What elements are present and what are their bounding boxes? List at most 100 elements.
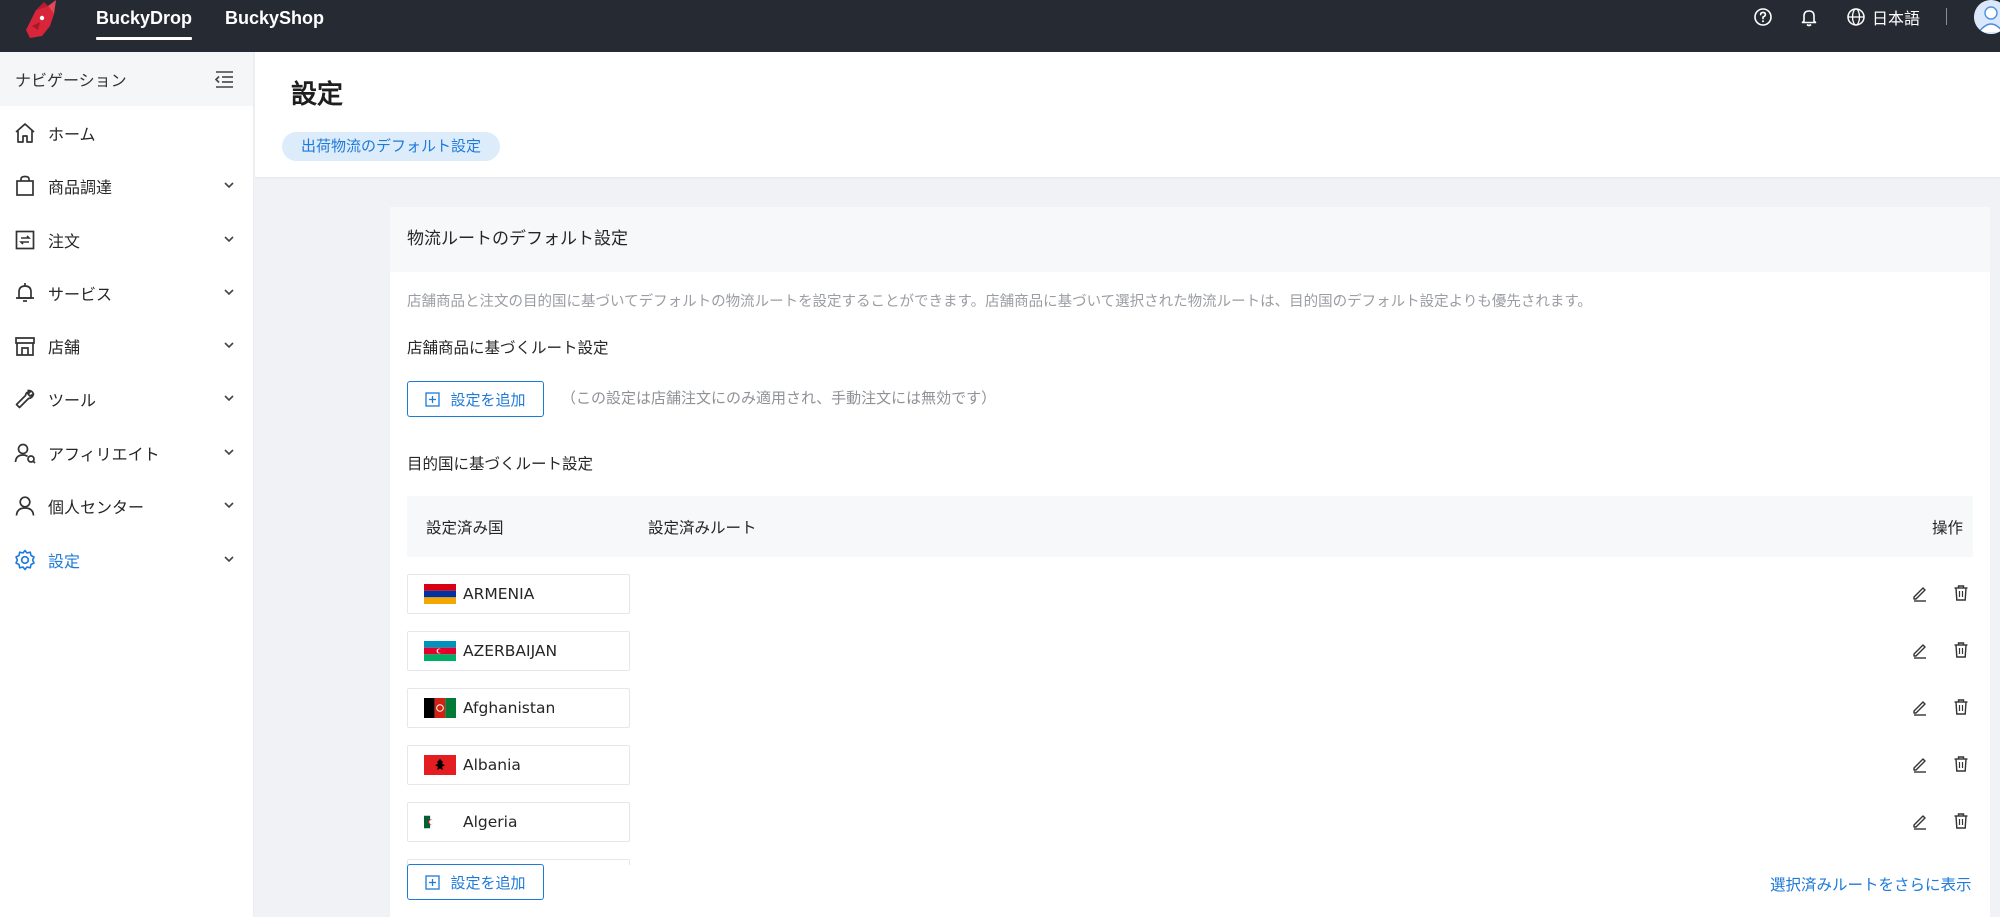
country-name: Albania: [463, 756, 521, 774]
top-divider: [1946, 8, 1947, 25]
column-header-country: 設定済み国: [426, 519, 504, 537]
product-route-section-title: 店舗商品に基づくルート設定: [407, 339, 609, 357]
table-row: Albania: [407, 745, 1973, 785]
azerbaijan-flag-icon: [424, 641, 456, 661]
sidebar-header: ナビゲーション: [0, 52, 253, 106]
tab-buckyshop[interactable]: BuckyShop: [225, 0, 324, 52]
edit-icon[interactable]: [1911, 584, 1929, 602]
algeria-flag-icon: [424, 815, 437, 829]
home-icon: [15, 122, 35, 143]
edit-icon[interactable]: [1911, 755, 1929, 773]
delete-icon[interactable]: [1952, 812, 1970, 830]
sidebar-item-stores[interactable]: 店舗: [0, 319, 254, 372]
language-label: 日本語: [1872, 9, 1921, 28]
chevron-down-icon: [224, 556, 234, 563]
albania-flag-icon: [424, 755, 456, 775]
country-cell: Albania: [407, 745, 630, 785]
bell-service-icon: [16, 282, 34, 302]
country-cell: Algeria: [407, 802, 630, 842]
add-button-label: 設定を追加: [450, 390, 526, 409]
order-icon: [15, 230, 35, 249]
chevron-down-icon: [224, 449, 234, 456]
edit-icon[interactable]: [1911, 812, 1929, 830]
wrench-icon: [15, 389, 35, 408]
afghanistan-flag-icon: [424, 698, 456, 718]
table-header: 設定済み国 設定済みルート 操作: [407, 496, 1973, 557]
add-product-setting-button[interactable]: 設定を追加: [407, 381, 544, 417]
card-title: 物流ルートのデフォルト設定: [390, 207, 1990, 272]
card-description: 店舗商品と注文の目的国に基づいてデフォルトの物流ルートを設定することができます。…: [407, 294, 1592, 310]
tab-buckydrop[interactable]: BuckyDrop: [96, 0, 193, 52]
sidebar-title: ナビゲーション: [15, 71, 127, 90]
armenia-flag-icon: [424, 584, 456, 604]
chevron-down-icon: [224, 182, 234, 189]
country-name: AZERBAIJAN: [463, 642, 558, 660]
sidebar-item-label: 商品調達: [48, 177, 113, 197]
user-icon: [15, 495, 35, 516]
page-title: 設定: [291, 80, 344, 110]
delete-icon[interactable]: [1952, 755, 1970, 773]
page-header: 設定 出荷物流のデフォルト設定: [255, 52, 2000, 177]
sidebar-item-sourcing[interactable]: 商品調達: [0, 159, 254, 212]
table-row: ARMENIA: [407, 574, 1973, 614]
bell-icon[interactable]: [1798, 6, 1820, 28]
sidebar-item-home[interactable]: ホーム: [0, 106, 254, 159]
sidebar-item-services[interactable]: サービス: [0, 266, 254, 319]
globe-icon: [1847, 8, 1865, 26]
sidebar-item-label: 注文: [48, 231, 81, 251]
edit-icon[interactable]: [1911, 641, 1929, 659]
sidebar-item-tools[interactable]: ツール: [0, 372, 254, 425]
sidebar-item-label: ホーム: [48, 124, 96, 144]
plus-square-icon: [425, 874, 441, 890]
column-header-actions: 操作: [1932, 519, 1964, 537]
chevron-down-icon: [224, 342, 234, 349]
add-button-label: 設定を追加: [450, 873, 526, 892]
chevron-down-icon: [224, 502, 234, 509]
store-icon: [15, 336, 35, 356]
sidebar-item-label: アフィリエイト: [48, 444, 160, 464]
logistics-default-card: 物流ルートのデフォルト設定 店舗商品と注文の目的国に基づいてデフォルトの物流ルー…: [390, 207, 1990, 917]
language-switcher[interactable]: 日本語: [1846, 6, 1920, 28]
edit-icon[interactable]: [1911, 698, 1929, 716]
sidebar-item-label: ツール: [48, 390, 97, 410]
delete-icon[interactable]: [1952, 584, 1970, 602]
sidebar-item-label: 個人センター: [48, 497, 145, 517]
sidebar-item-settings[interactable]: 設定: [0, 533, 254, 586]
chevron-down-icon: [224, 289, 234, 296]
country-name: Algeria: [463, 813, 518, 831]
collapse-menu-icon[interactable]: [213, 68, 235, 90]
show-more-routes-link[interactable]: 選択済みルートをさらに表示: [1770, 873, 1972, 895]
buckydrop-logo[interactable]: [18, 0, 66, 44]
sidebar-item-orders[interactable]: 注文: [0, 213, 254, 266]
country-cell: Afghanistan: [407, 688, 630, 728]
chevron-down-icon: [224, 395, 234, 402]
affiliate-icon: [14, 443, 36, 464]
chevron-down-icon: [224, 236, 234, 243]
sidebar-item-personal-center[interactable]: 個人センター: [0, 479, 254, 532]
sidebar-item-affiliate[interactable]: アフィリエイト: [0, 426, 254, 479]
gear-icon: [15, 549, 35, 570]
table-row: Algeria: [407, 802, 1973, 842]
column-header-route: 設定済みルート: [648, 519, 757, 537]
table-row: AZERBAIJAN: [407, 631, 1973, 671]
product-setting-note: （この設定は店舗注文にのみ適用され、手動注文には無効です）: [561, 389, 997, 407]
sidebar-item-label: 店舗: [48, 337, 81, 357]
country-route-section-title: 目的国に基づくルート設定: [407, 455, 594, 473]
sidebar-item-label: 設定: [48, 551, 81, 571]
table-row: Afghanistan: [407, 688, 1973, 728]
delete-icon[interactable]: [1952, 698, 1970, 716]
plus-square-icon: [425, 391, 441, 407]
country-cell: AZERBAIJAN: [407, 631, 630, 671]
sidebar-item-label: サービス: [48, 284, 113, 304]
tab-shipping-default[interactable]: 出荷物流のデフォルト設定: [282, 132, 501, 161]
sidebar: ナビゲーション ホーム 商品調達 注文 サービス 店舗 ツール アフィリエイト …: [0, 52, 254, 917]
delete-icon[interactable]: [1952, 641, 1970, 659]
add-country-setting-button[interactable]: 設定を追加: [407, 864, 544, 900]
country-name: ARMENIA: [463, 585, 535, 603]
country-cell: ARMENIA: [407, 574, 630, 614]
help-icon[interactable]: [1752, 6, 1774, 28]
country-name: Afghanistan: [463, 699, 556, 717]
shopping-bag-icon: [16, 175, 34, 196]
top-bar: BuckyDrop BuckyShop 日本語: [0, 0, 2000, 52]
avatar[interactable]: [1974, 0, 2000, 34]
